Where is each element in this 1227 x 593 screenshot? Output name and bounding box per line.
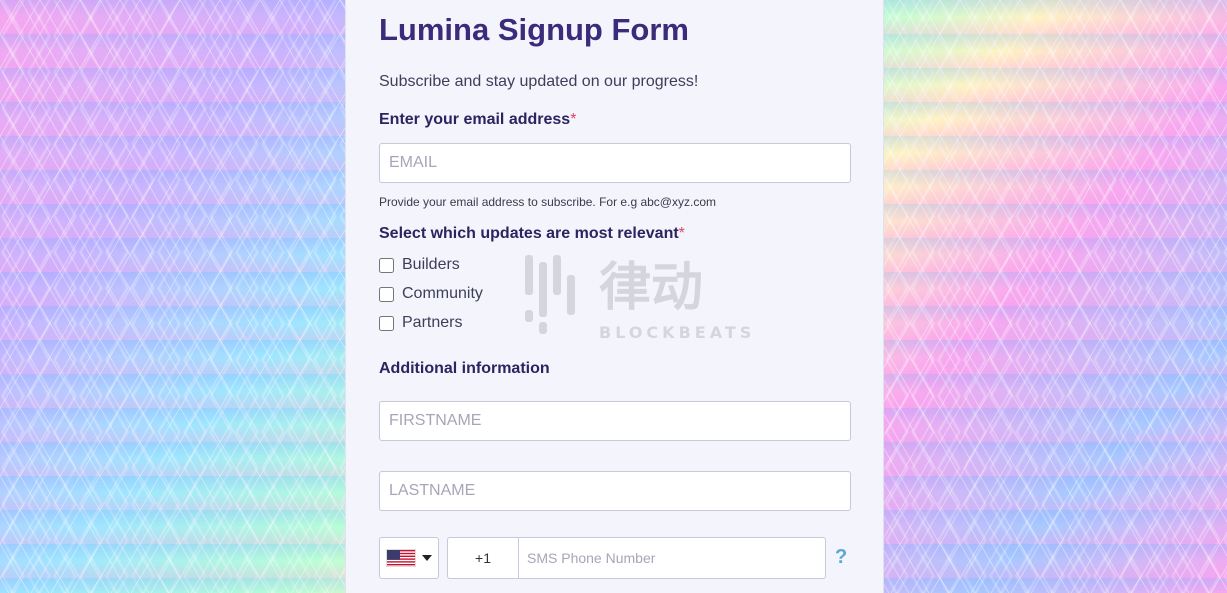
option-builders[interactable]: Builders xyxy=(379,256,460,274)
blockbeats-watermark: 律动 BLOCKBEATS xyxy=(525,250,785,345)
chevron-down-icon xyxy=(422,555,432,561)
us-flag-icon xyxy=(386,549,416,567)
partners-checkbox[interactable] xyxy=(379,315,394,331)
sms-phone-field[interactable] xyxy=(518,537,826,579)
phone-row: +1 ? xyxy=(379,537,859,579)
form-title: Lumina Signup Form xyxy=(379,12,689,47)
signup-panel: Lumina Signup Form Subscribe and stay up… xyxy=(345,0,884,593)
country-select[interactable] xyxy=(379,537,439,579)
community-checkbox[interactable] xyxy=(379,286,394,302)
watermark-en-text: BLOCKBEATS xyxy=(599,323,755,342)
email-help-text: Provide your email address to subscribe.… xyxy=(379,195,716,209)
option-label: Community xyxy=(402,285,483,302)
email-label-text: Enter your email address xyxy=(379,111,571,128)
updates-label-text: Select which updates are most relevant xyxy=(379,225,679,242)
help-icon[interactable]: ? xyxy=(835,546,847,569)
lastname-field[interactable] xyxy=(379,471,851,511)
required-mark: * xyxy=(678,225,685,242)
option-label: Builders xyxy=(402,256,460,273)
updates-label: Select which updates are most relevant* xyxy=(379,225,685,243)
email-field[interactable] xyxy=(379,143,851,183)
country-code: +1 xyxy=(447,537,518,579)
builders-checkbox[interactable] xyxy=(379,257,394,273)
watermark-cn-text: 律动 xyxy=(599,258,703,318)
form-subtitle: Subscribe and stay updated on our progre… xyxy=(379,73,699,90)
option-community[interactable]: Community xyxy=(379,285,483,303)
option-label: Partners xyxy=(402,314,463,331)
email-label: Enter your email address* xyxy=(379,111,576,129)
option-partners[interactable]: Partners xyxy=(379,314,462,332)
additional-info-label: Additional information xyxy=(379,360,550,377)
required-mark: * xyxy=(570,111,577,128)
firstname-field[interactable] xyxy=(379,401,851,441)
